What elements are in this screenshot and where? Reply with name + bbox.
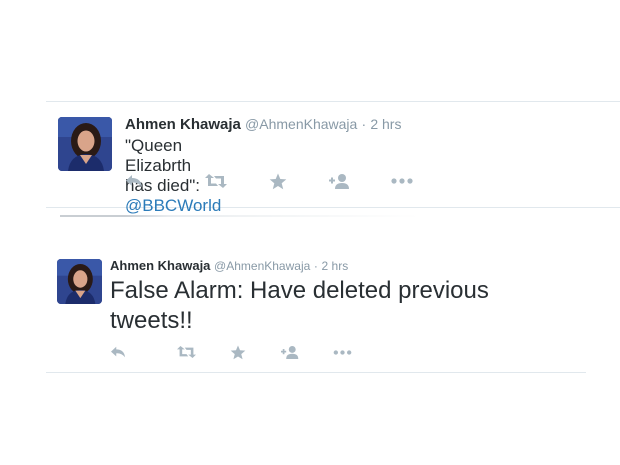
more-button[interactable] bbox=[371, 178, 433, 184]
reply-button[interactable] bbox=[125, 173, 185, 189]
timestamp[interactable]: 2 hrs bbox=[370, 116, 401, 132]
timestamp[interactable]: 2 hrs bbox=[322, 259, 349, 273]
display-name[interactable]: Ahmen Khawaja bbox=[110, 258, 210, 273]
favorite-icon bbox=[269, 173, 287, 189]
retweet-icon bbox=[176, 345, 196, 359]
display-name[interactable]: Ahmen Khawaja bbox=[125, 116, 241, 133]
separator-dot: · bbox=[313, 259, 318, 273]
username[interactable]: @AhmenKhawaja bbox=[245, 116, 357, 132]
tweet-header: Ahmen Khawaja @AhmenKhawaja · 2 hrs bbox=[110, 258, 348, 273]
tweet-actions bbox=[110, 342, 368, 362]
follow-button[interactable] bbox=[264, 345, 316, 360]
reply-icon bbox=[111, 346, 125, 358]
more-button[interactable] bbox=[316, 349, 368, 355]
more-icon bbox=[391, 178, 413, 184]
username[interactable]: @AhmenKhawaja bbox=[214, 259, 310, 273]
avatar[interactable] bbox=[58, 117, 112, 171]
retweet-button[interactable] bbox=[160, 345, 212, 359]
follow-icon bbox=[280, 345, 298, 359]
follow-icon bbox=[329, 173, 349, 189]
more-icon bbox=[333, 349, 351, 355]
separator-dot: · bbox=[361, 116, 367, 132]
tweet-actions bbox=[125, 171, 433, 191]
avatar[interactable] bbox=[57, 259, 102, 304]
follow-button[interactable] bbox=[309, 173, 371, 190]
retweet-icon bbox=[205, 174, 227, 188]
favorite-icon bbox=[230, 344, 246, 359]
divider-top bbox=[46, 101, 620, 102]
divider-screenshot-seam bbox=[60, 215, 420, 217]
tweet-header: Ahmen Khawaja @AhmenKhawaja · 2 hrs bbox=[125, 116, 401, 133]
reply-button[interactable] bbox=[110, 345, 160, 359]
reply-icon bbox=[126, 175, 142, 187]
tweet-body: False Alarm: Have deleted previous tweet… bbox=[110, 277, 489, 334]
favorite-button[interactable] bbox=[247, 173, 309, 190]
tweet-text: False Alarm: Have deleted previous tweet… bbox=[110, 276, 530, 336]
retweet-button[interactable] bbox=[185, 173, 247, 189]
favorite-button[interactable] bbox=[212, 344, 264, 360]
divider-bottom bbox=[46, 372, 586, 373]
mention-link[interactable]: @BBCWorld bbox=[125, 196, 221, 215]
